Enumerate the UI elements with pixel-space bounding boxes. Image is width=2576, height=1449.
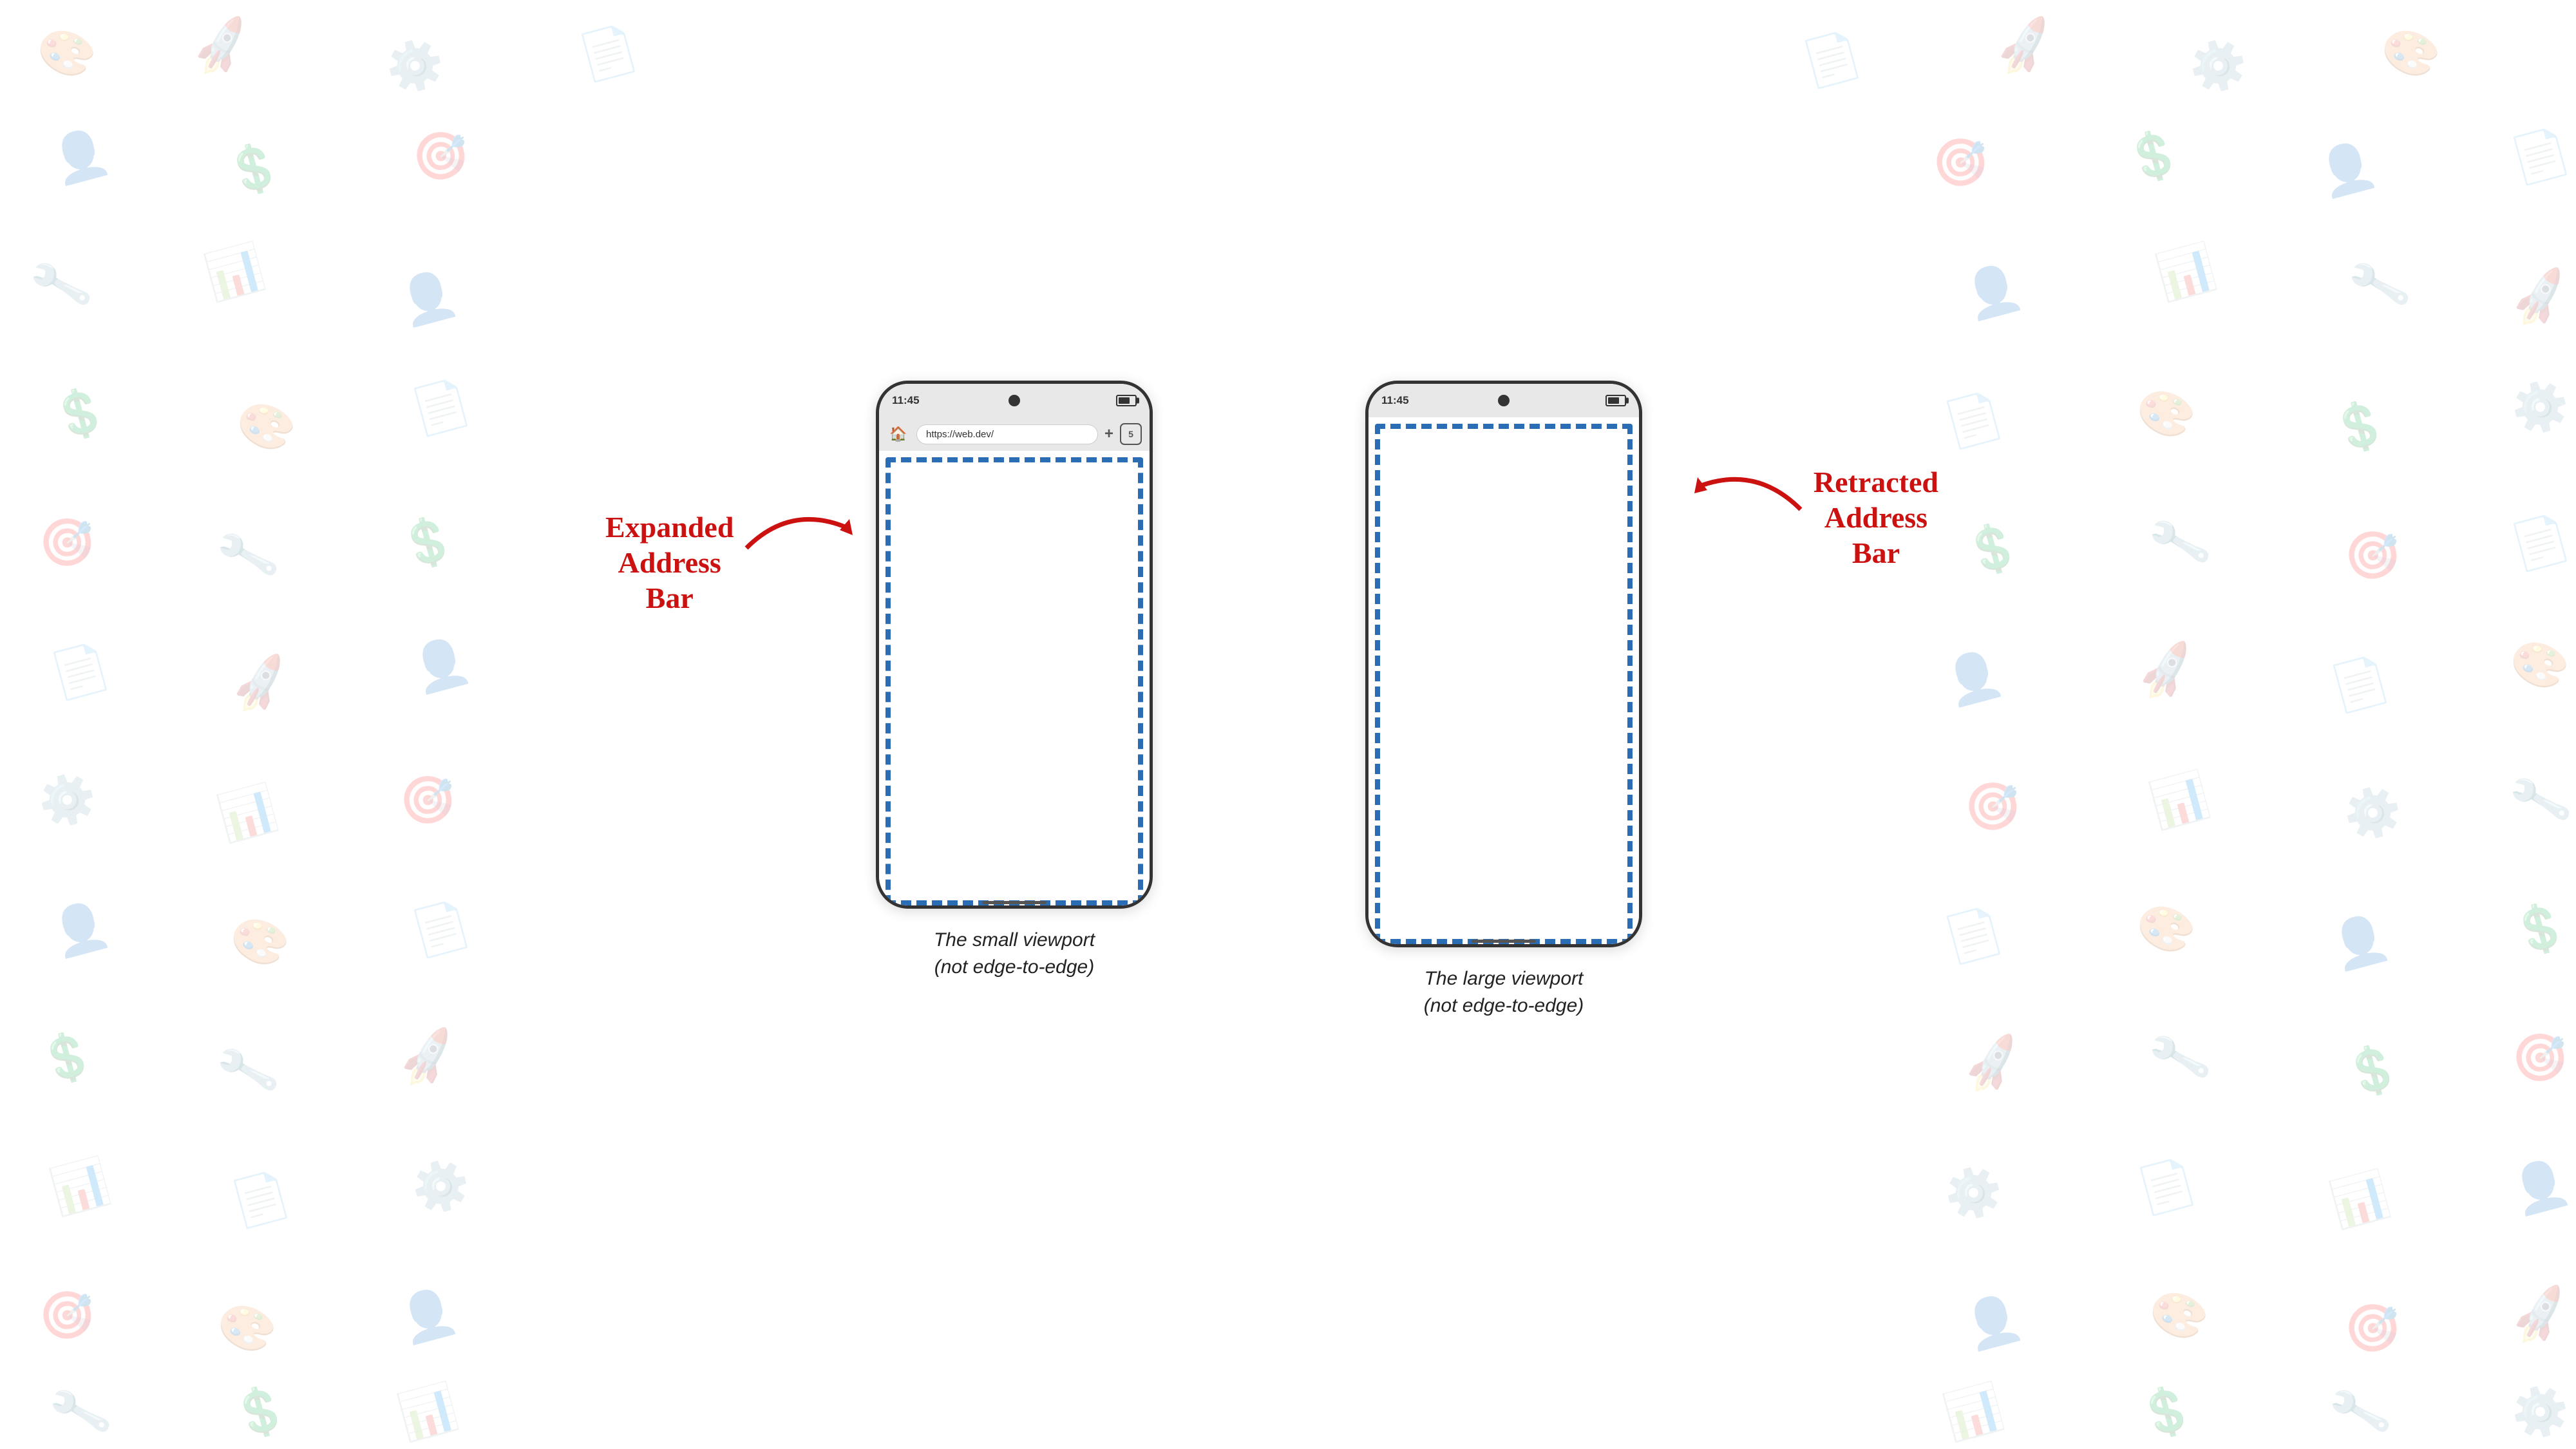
right-phone-wrapper: Retracted Address Bar 11:45	[1365, 381, 1642, 1019]
left-battery-icon	[1116, 395, 1137, 406]
right-caption-line1: The large viewport	[1425, 968, 1584, 989]
right-phone-frame: 11:45	[1365, 381, 1642, 947]
right-battery-fill	[1608, 397, 1619, 404]
left-dashed-viewport	[886, 457, 1143, 905]
main-content: Expanded Address Bar 11:45	[0, 0, 2576, 1449]
left-phone-caption: The small viewport (not edge-to-edge)	[934, 927, 1095, 981]
expanded-label-text: Expanded Address Bar	[605, 509, 734, 616]
left-status-time: 11:45	[892, 394, 920, 407]
left-battery	[1116, 395, 1137, 406]
right-battery-icon	[1605, 395, 1626, 406]
add-tab-button[interactable]: +	[1104, 425, 1113, 443]
left-address-bar[interactable]: 🏠 https://web.dev/ + 5	[879, 417, 1150, 451]
right-home-indicator	[1472, 940, 1536, 943]
right-status-bar: 11:45	[1368, 384, 1639, 417]
left-status-bar: 11:45	[879, 384, 1150, 417]
retracted-label: Retracted Address Bar	[1814, 464, 1938, 571]
retracted-label-text: Retracted Address Bar	[1814, 464, 1938, 571]
right-status-time: 11:45	[1381, 394, 1409, 407]
left-caption-line2: (not edge-to-edge)	[934, 956, 1095, 978]
right-phone-content	[1368, 417, 1639, 947]
right-camera-dot	[1498, 395, 1510, 406]
home-button[interactable]: 🏠	[887, 422, 910, 446]
left-phone-content	[879, 451, 1150, 909]
right-dashed-viewport	[1375, 424, 1633, 944]
url-text: https://web.dev/	[926, 429, 994, 440]
right-phone-caption: The large viewport (not edge-to-edge)	[1424, 965, 1584, 1019]
url-bar[interactable]: https://web.dev/	[916, 424, 1098, 444]
expanded-arrow-svg	[740, 497, 869, 574]
left-caption-line1: The small viewport	[934, 929, 1095, 951]
tab-count-button[interactable]: 5	[1120, 423, 1142, 445]
left-camera-dot	[1009, 395, 1020, 406]
left-phone-wrapper: Expanded Address Bar 11:45	[876, 381, 1153, 981]
right-battery	[1605, 395, 1626, 406]
right-caption-line2: (not edge-to-edge)	[1424, 995, 1584, 1016]
left-home-indicator	[982, 901, 1046, 904]
phones-area: Expanded Address Bar 11:45	[876, 381, 1700, 1068]
left-battery-fill	[1119, 397, 1130, 404]
retracted-arrow-svg	[1665, 458, 1807, 535]
expanded-label: Expanded Address Bar	[605, 509, 734, 616]
left-phone-frame: 11:45 🏠 https://web.dev/ + 5	[876, 381, 1153, 909]
